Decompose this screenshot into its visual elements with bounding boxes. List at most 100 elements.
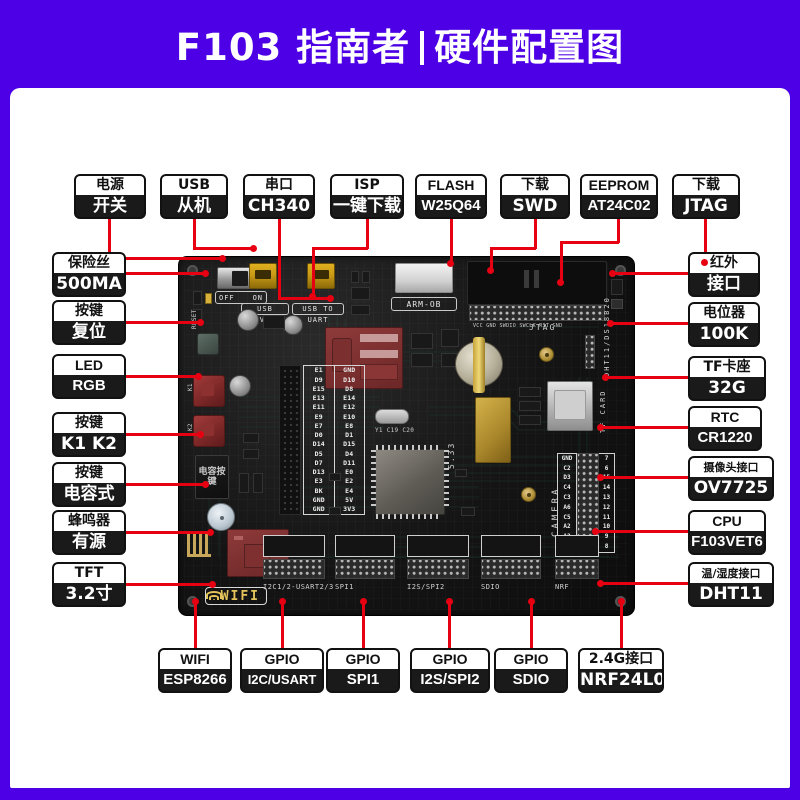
callout-value: AT24C02 (582, 195, 656, 217)
callout-dot (196, 318, 204, 326)
callout-dot (486, 266, 494, 274)
callout-dot (606, 319, 614, 327)
callout-flash[interactable]: FLASH W25Q64 (415, 174, 487, 219)
callout-potentiometer[interactable]: 电位器 100K (688, 302, 760, 347)
callout-line (126, 531, 210, 534)
callout-title: ISP (332, 176, 402, 195)
callout-dot (617, 597, 625, 605)
callout-gpio-sdio[interactable]: GPIO SDIO (494, 648, 568, 693)
callout-dot (596, 579, 604, 587)
callout-title: 下载 (674, 176, 738, 195)
wifi-icon (206, 590, 223, 602)
callout-value: CH340 (245, 195, 313, 217)
callout-line (126, 583, 212, 586)
callout-title: TF卡座 (690, 358, 764, 377)
callout-dot (194, 372, 202, 380)
callout-usb-device[interactable]: USB 从机 (160, 174, 228, 219)
pin-label: E15 (312, 384, 325, 393)
callout-dot (700, 258, 708, 266)
callout-value: 接口 (690, 273, 758, 295)
pin-label: E7 (314, 421, 323, 430)
pin-label: BK (314, 486, 323, 495)
infrared-receiver (611, 279, 623, 295)
title-left: F103 指南者 (175, 26, 411, 69)
callout-value: I2C/USART (242, 669, 322, 691)
callout-eeprom[interactable]: EEPROM AT24C02 (580, 174, 658, 219)
callout-gpio-i2c-usart[interactable]: GPIO I2C/USART (240, 648, 324, 693)
callout-tft[interactable]: TFT 3.2寸 (52, 562, 126, 607)
title-divider (420, 31, 425, 65)
callout-dot (201, 480, 209, 488)
callout-led[interactable]: LED RGB (52, 354, 126, 399)
callout-line (278, 297, 328, 300)
connector-silk: NRF (555, 583, 570, 591)
callout-serial-port[interactable]: 串口 CH340 (243, 174, 315, 219)
callout-value: W25Q64 (417, 195, 485, 217)
callout-title: RTC (690, 408, 760, 427)
callout-line (281, 600, 284, 648)
connector-header (335, 559, 395, 579)
potentiometer-component (611, 299, 623, 309)
callout-title: 串口 (245, 176, 313, 195)
connector-pin-labels (407, 535, 469, 557)
hardware-config-diagram: F103 指南者 硬件配置图 OFF ON RESET K1 K2 电容按键 W… (0, 0, 800, 800)
connector-header (481, 559, 541, 579)
callout-camera[interactable]: 摄像头接口 OV7725 (688, 456, 774, 501)
camera-pin-label: 11 (602, 513, 611, 521)
page-title: F103 指南者 硬件配置图 (176, 17, 624, 71)
connector-header (263, 559, 325, 579)
callout-line (620, 600, 623, 648)
callout-fuse[interactable]: 保险丝 500MA (52, 252, 126, 297)
callout-title: FLASH (417, 176, 485, 195)
callout-dot (608, 269, 616, 277)
callout-dot (445, 597, 453, 605)
callout-infrared[interactable]: 红外 接口 (688, 252, 760, 297)
connector-pin-labels (481, 535, 541, 557)
callout-value: SDIO (496, 669, 566, 691)
callout-gpio-i2s-spi2[interactable]: GPIO I2S/SPI2 (410, 648, 490, 693)
callout-user-keys[interactable]: 按键 K1 K2 (52, 412, 126, 457)
callout-power-switch[interactable]: 电源 开关 (74, 174, 146, 219)
pin-label: E14 (343, 394, 356, 403)
callout-line (194, 600, 197, 648)
pin-label: D0 (314, 431, 323, 440)
led-indicator (229, 375, 251, 397)
callout-gpio-spi1[interactable]: GPIO SPI1 (326, 648, 400, 693)
callout-line (605, 376, 688, 379)
coin-cell-clip (473, 337, 485, 393)
buzzer-component (207, 503, 235, 531)
callout-line (126, 483, 205, 486)
callout-jtag-download[interactable]: 下载 JTAG (672, 174, 740, 219)
callout-value: 32G (690, 377, 764, 399)
callout-swd-download[interactable]: 下载 SWD (500, 174, 570, 219)
callout-dot (208, 580, 216, 588)
callout-value: JTAG (674, 195, 738, 217)
camera-pin-label: 6 (604, 464, 609, 472)
callout-reset-key[interactable]: 按键 复位 (52, 300, 126, 345)
connector-header (407, 559, 469, 579)
callout-cpu[interactable]: CPU F103VET6 (688, 510, 766, 555)
k1-silk: K1 (187, 383, 194, 391)
callout-temp-humidity[interactable]: 温/湿度接口 DHT11 (688, 562, 774, 607)
wifi-logo: WIFI (205, 587, 267, 605)
pin-labels-left: E1 D9 E15 E13 E11 E9 E7 D0 D14 D5 D7 D13 E3 BK GND GND (304, 366, 335, 514)
callout-buzzer[interactable]: 蜂鸣器 有源 (52, 510, 126, 555)
callout-touch-key[interactable]: 按键 电容式 (52, 462, 126, 507)
callout-rtc[interactable]: RTC CR1220 (688, 406, 762, 451)
arm-ob-connector (395, 263, 453, 293)
callout-dot (446, 259, 454, 267)
k2-silk: K2 (187, 423, 194, 431)
reset-button-component (197, 333, 219, 355)
callout-tf-card[interactable]: TF卡座 32G (688, 356, 766, 401)
callout-isp[interactable]: ISP 一键下载 (330, 174, 404, 219)
callout-value: 从机 (162, 195, 226, 217)
pin-label: 5V (345, 495, 354, 504)
callout-wifi[interactable]: WIFI ESP8266 (158, 648, 232, 693)
callout-line (126, 375, 198, 378)
callout-value: OV7725 (690, 477, 772, 499)
callout-value: F103VET6 (690, 531, 764, 553)
callout-nrf-24g[interactable]: 2.4G接口NRF24L01 (578, 648, 664, 693)
antenna-connector (521, 487, 536, 502)
antenna-connector (539, 347, 554, 362)
callout-title: GPIO (496, 650, 566, 669)
